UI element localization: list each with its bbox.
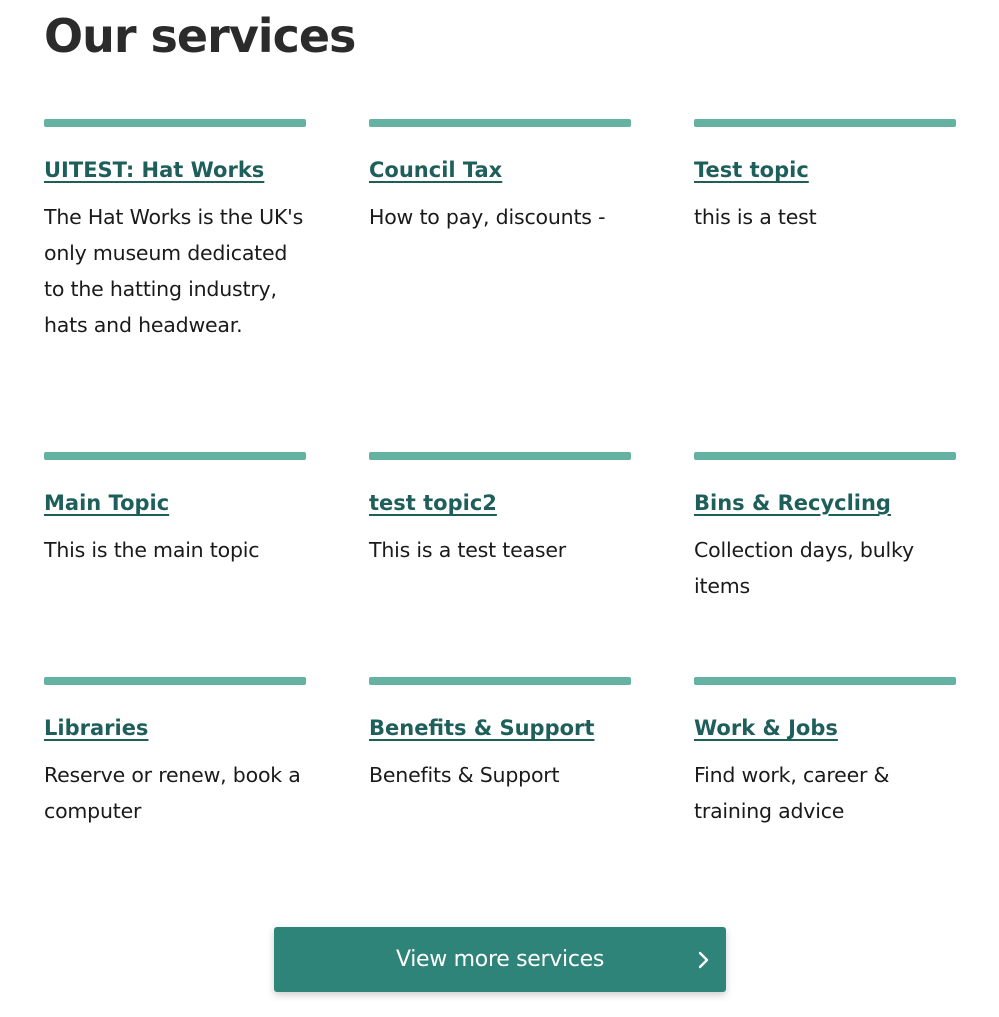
service-description: This is a test teaser (369, 538, 566, 562)
service-description: Reserve or renew, book a computer (44, 763, 301, 823)
service-card: Libraries Reserve or renew, book a compu… (44, 677, 306, 902)
card-accent-bar (694, 119, 956, 127)
card-accent-bar (44, 119, 306, 127)
service-link-work-jobs[interactable]: Work & Jobs (694, 713, 838, 743)
service-description: Collection days, bulky items (694, 538, 914, 598)
service-link-hat-works[interactable]: UITEST: Hat Works (44, 155, 264, 185)
service-link-test-topic[interactable]: Test topic (694, 155, 809, 185)
card-accent-bar (694, 452, 956, 460)
chevron-right-icon (698, 951, 709, 969)
service-card: Work & Jobs Find work, career & training… (694, 677, 956, 902)
service-link-council-tax[interactable]: Council Tax (369, 155, 502, 185)
service-link-bins-recycling[interactable]: Bins & Recycling (694, 488, 891, 518)
service-description: How to pay, discounts - (369, 205, 606, 229)
service-link-main-topic[interactable]: Main Topic (44, 488, 169, 518)
card-accent-bar (369, 677, 631, 685)
service-description: The Hat Works is the UK's only museum de… (44, 205, 304, 337)
service-link-test-topic2[interactable]: test topic2 (369, 488, 497, 518)
service-description: This is the main topic (44, 538, 260, 562)
service-card: Benefits & Support Benefits & Support (369, 677, 631, 902)
service-description: Find work, career & training advice (694, 763, 890, 823)
service-card: Main Topic This is the main topic (44, 452, 306, 677)
card-accent-bar (44, 452, 306, 460)
view-more-services-label: View more services (395, 947, 605, 972)
card-accent-bar (369, 452, 631, 460)
card-accent-bar (369, 119, 631, 127)
service-link-benefits-support[interactable]: Benefits & Support (369, 713, 594, 743)
card-accent-bar (44, 677, 306, 685)
service-card: Test topic this is a test (694, 119, 956, 452)
service-link-libraries[interactable]: Libraries (44, 713, 148, 743)
service-card: UITEST: Hat Works The Hat Works is the U… (44, 119, 306, 452)
service-card: Bins & Recycling Collection days, bulky … (694, 452, 956, 677)
service-description: this is a test (694, 205, 817, 229)
service-description: Benefits & Support (369, 763, 560, 787)
page-title: Our services (44, 9, 356, 63)
services-grid: UITEST: Hat Works The Hat Works is the U… (44, 119, 956, 902)
service-card: test topic2 This is a test teaser (369, 452, 631, 677)
card-accent-bar (694, 677, 956, 685)
service-card: Council Tax How to pay, discounts - (369, 119, 631, 452)
view-more-services-button[interactable]: View more services (274, 927, 726, 992)
